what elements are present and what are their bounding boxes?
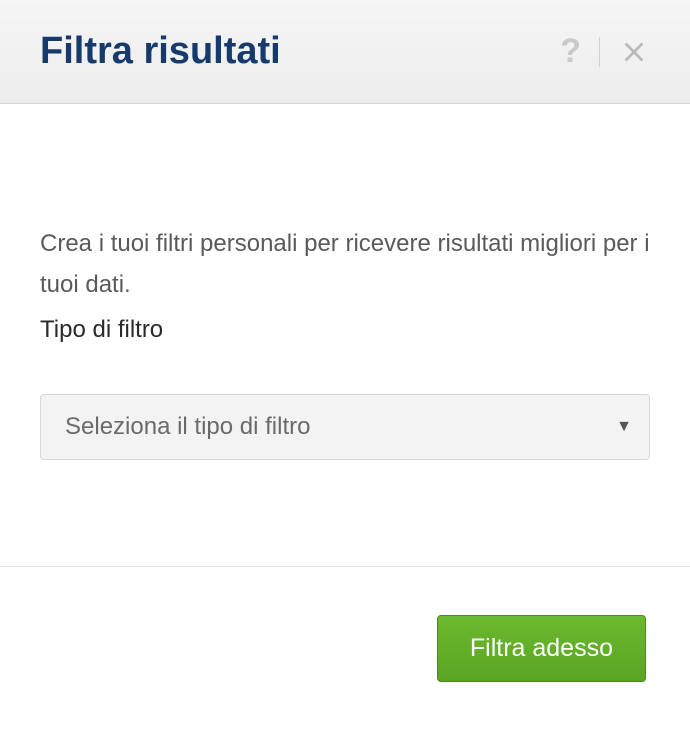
filter-type-select[interactable]: Seleziona il tipo di filtro <box>40 394 650 460</box>
help-icon[interactable]: ? <box>560 32 581 71</box>
filter-type-select-wrapper: Seleziona il tipo di filtro ▼ <box>40 394 650 460</box>
modal-body: Crea i tuoi filtri personali per ricever… <box>0 104 690 566</box>
filter-type-label: Tipo di filtro <box>40 316 650 344</box>
filter-now-button[interactable]: Filtra adesso <box>437 615 646 682</box>
modal-footer: Filtra adesso <box>0 566 690 730</box>
filter-modal: Filtra risultati ? Crea i tuoi filtri pe… <box>0 0 690 730</box>
header-divider <box>599 37 600 67</box>
header-actions: ? <box>560 32 650 71</box>
modal-header: Filtra risultati ? <box>0 0 690 104</box>
modal-title: Filtra risultati <box>40 30 281 73</box>
filter-description: Crea i tuoi filtri personali per ricever… <box>40 224 650 306</box>
close-icon[interactable] <box>618 36 650 68</box>
